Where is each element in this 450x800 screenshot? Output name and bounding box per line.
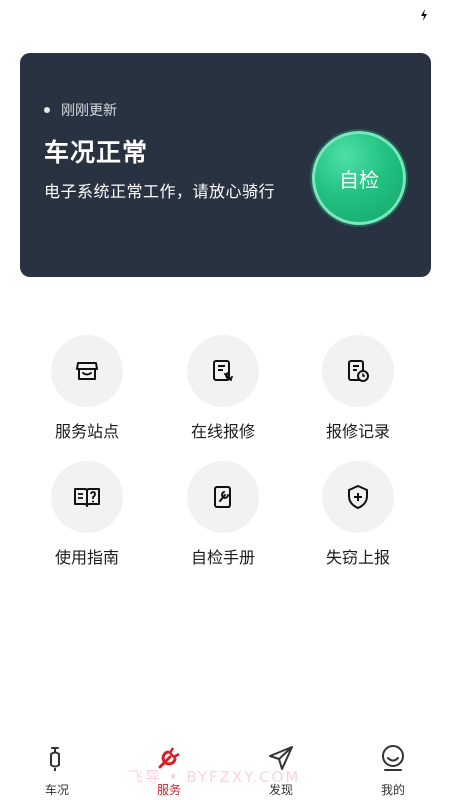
tab-discover[interactable]: 发现 — [246, 743, 316, 798]
service-label: 失窃上报 — [325, 548, 390, 567]
status-bar — [0, 0, 450, 30]
update-text: 刚刚更新 — [61, 103, 117, 119]
service-label: 服务站点 — [54, 422, 119, 441]
service-label: 使用指南 — [54, 548, 119, 567]
store-icon — [76, 362, 98, 380]
repair-records-button[interactable]: 报修记录 — [298, 335, 418, 442]
icon-circle — [51, 335, 123, 407]
tab-vehicle[interactable]: 车况 — [22, 743, 92, 798]
service-label: 自检手册 — [190, 548, 255, 567]
flash-icon — [421, 9, 427, 21]
theft-report-button[interactable]: 失窃上报 — [298, 461, 418, 568]
wrench-icon — [158, 747, 180, 769]
manual-wrench-icon — [214, 486, 231, 508]
icon-circle — [322, 335, 394, 407]
bottom-tab-bar: 车况 服务 发现 我的 — [0, 735, 450, 800]
book-guide-icon — [74, 488, 100, 507]
dot-icon — [44, 107, 50, 113]
online-repair-button[interactable]: 在线报修 — [163, 335, 283, 442]
status-title: 车况正常 — [44, 138, 149, 167]
tab-label: 我的 — [380, 783, 405, 797]
icon-circle — [51, 461, 123, 533]
service-stations-button[interactable]: 服务站点 — [27, 335, 147, 442]
tab-service[interactable]: 服务 — [134, 743, 204, 798]
selfcheck-button[interactable]: 自检 — [312, 131, 406, 225]
service-label: 报修记录 — [325, 422, 390, 441]
status-description: 电子系统正常工作，请放心骑行 — [44, 182, 276, 201]
tab-label: 发现 — [268, 783, 293, 797]
send-icon — [269, 746, 293, 770]
tab-profile[interactable]: 我的 — [358, 743, 428, 798]
tab-label: 车况 — [44, 783, 69, 797]
vehicle-status-card: 刚刚更新 车况正常 电子系统正常工作，请放心骑行 自检 — [20, 53, 431, 277]
service-label: 在线报修 — [190, 422, 255, 441]
icon-circle — [322, 461, 394, 533]
repair-doc-icon — [213, 360, 233, 381]
user-guide-button[interactable]: 使用指南 — [27, 461, 147, 568]
record-clock-icon — [348, 360, 369, 382]
shield-plus-icon — [348, 485, 368, 509]
update-status: 刚刚更新 — [44, 100, 117, 120]
selfcheck-manual-button[interactable]: 自检手册 — [163, 461, 283, 568]
icon-circle — [187, 461, 259, 533]
icon-circle — [187, 335, 259, 407]
selfcheck-label: 自检 — [339, 167, 379, 192]
tab-label: 服务 — [156, 783, 181, 797]
profile-icon — [382, 745, 404, 771]
scooter-icon — [50, 747, 60, 771]
